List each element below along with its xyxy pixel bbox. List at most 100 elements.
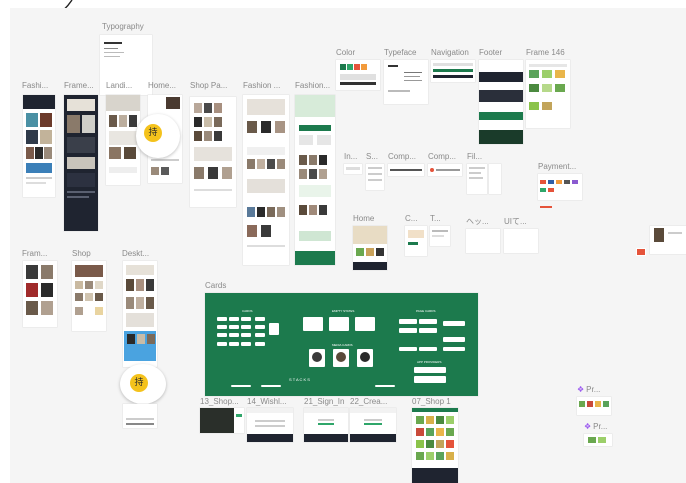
frame-shop[interactable] [72,261,106,331]
product-tile [426,452,434,460]
frame-fram2[interactable] [23,261,57,327]
page-card [419,328,437,333]
frame-typeface[interactable] [384,60,428,104]
plugin-frame[interactable] [577,397,611,415]
frame-label-navigation[interactable]: Navigation [431,48,469,58]
plugin-item[interactable]: ❖ Pr... [584,422,607,431]
frame-label-jp1[interactable]: ヘッ... [466,217,489,227]
image-tile [41,283,53,297]
frame-payment[interactable] [538,174,582,200]
frame-jp1[interactable] [466,229,500,253]
text-line [104,42,122,44]
frame-cards-board[interactable]: CARDS EMPTY STATES PAGE CARDS MEDIA CARD… [205,293,478,396]
frame-14-wishlist[interactable] [247,408,293,442]
image-tile [147,334,155,344]
image-tile [261,225,271,237]
section [299,185,331,197]
frame-label-color[interactable]: Color [336,48,355,58]
frame-navigation[interactable] [431,60,475,82]
frame-label-landi[interactable]: Landi... [106,81,132,91]
frame-label-typography[interactable]: Typography [102,22,144,32]
plugin-item[interactable]: ❖ Pr... [577,385,600,394]
hero-image [353,226,387,244]
frame-label-home1[interactable]: Home... [148,81,176,91]
plugin-icon: ❖ [577,385,585,394]
frame-label-14[interactable]: 14_Wishl... [247,397,287,407]
image-tile [257,207,265,217]
frame-comp1[interactable] [388,164,424,176]
frame-home2[interactable] [353,226,387,270]
frame-in[interactable] [344,164,362,174]
frame-fashion1[interactable] [243,95,289,265]
frame-label-deskt[interactable]: Deskt... [122,249,149,259]
frame-label-jp2[interactable]: UIて... [504,217,527,227]
frame-label-s[interactable]: S... [366,152,378,162]
frame-c[interactable] [405,226,427,256]
frame-color[interactable] [336,60,380,90]
frame-shop-pa[interactable] [190,97,236,207]
frame-deskt-footer[interactable] [123,404,157,428]
frame-label-t[interactable]: T... [430,214,441,224]
card [229,325,239,329]
frame-label-frame1[interactable]: Frame... [64,81,94,91]
frame-t[interactable] [430,226,450,246]
text-line [104,56,120,57]
frame-comp2[interactable] [428,164,462,176]
frame-146[interactable] [526,60,570,128]
frame-label-fashion1[interactable]: Fashion ... [243,81,280,91]
swatch [340,82,376,85]
frame-fil-2[interactable] [489,164,501,194]
frame-label-comp1[interactable]: Comp... [388,152,416,162]
frame-22-create[interactable] [350,408,396,442]
card [217,342,227,346]
image-tile [204,103,212,113]
frame-label-fashion2[interactable]: Fashion... [295,81,330,91]
plugin-icon: ❖ [584,422,592,431]
frame-label-shop[interactable]: Shop [72,249,91,259]
frame-label-13[interactable]: 13_Shop... [200,397,239,407]
frame-label-typeface[interactable]: Typeface [384,48,416,58]
user-avatar-cursor-2[interactable]: 持 [120,364,166,404]
frame-jp2[interactable] [504,229,538,253]
figma-canvas[interactable]: Typography Fashi... Frame... Landi... Ho… [0,0,686,483]
image-tile [75,307,83,315]
frame-dark-long[interactable] [64,95,98,231]
frame-fashi[interactable] [23,95,55,197]
frame-label-c[interactable]: C... [405,214,417,224]
frame-21-signin[interactable] [304,408,348,442]
image-tile [26,265,38,279]
frame-deskt[interactable] [123,261,157,367]
frame-label-fashi[interactable]: Fashi... [22,81,48,91]
frame-footer[interactable] [479,60,523,144]
frame-label-payment[interactable]: Payment... [538,162,576,172]
frame-13-shop[interactable] [200,408,244,433]
frame-label-home2[interactable]: Home [353,214,374,224]
nav-bar [433,69,473,72]
frame-s[interactable] [366,164,384,190]
frame-label-shop-pa[interactable]: Shop Pa... [190,81,227,91]
user-avatar-cursor[interactable]: 持 [136,114,180,158]
product-tile [555,84,565,92]
frame-fashion2[interactable] [295,95,335,265]
frame-label-07[interactable]: 07_Shop 1 [412,397,451,407]
frame-07-shop[interactable] [412,408,458,483]
text-line [67,191,95,193]
card [217,333,227,337]
frame-label-fram2[interactable]: Fram... [22,249,47,259]
frame-label-21[interactable]: 21_Sign_In [304,397,344,407]
frame-label-frame146[interactable]: Frame 146 [526,48,565,58]
frame-fil[interactable] [467,164,487,194]
frame-label-fil[interactable]: Fil... [467,152,482,162]
image-tile [126,279,134,291]
frame-label-cards[interactable]: Cards [205,281,226,291]
frame-edge[interactable] [650,226,686,254]
stray-element [540,206,552,208]
plugin-frame[interactable] [584,434,612,446]
frame-landi[interactable] [106,95,140,185]
frame-label-comp2[interactable]: Comp... [428,152,456,162]
image-tile [41,265,53,279]
card-icon [540,188,546,192]
frame-label-footer[interactable]: Footer [479,48,502,58]
frame-label-22[interactable]: 22_Crea... [350,397,387,407]
frame-label-in[interactable]: In... [344,152,357,162]
